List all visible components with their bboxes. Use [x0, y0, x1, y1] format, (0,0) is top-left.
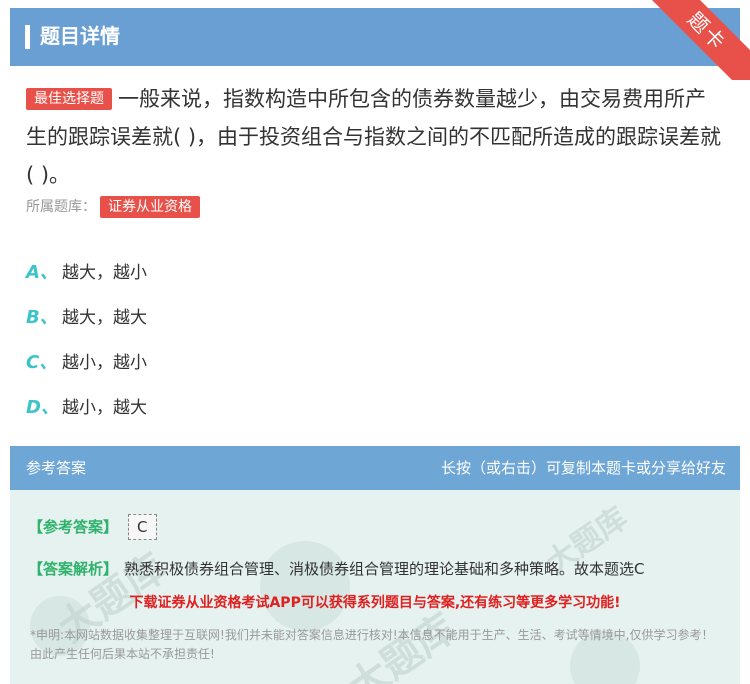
option-letter: B、: [26, 306, 58, 328]
app-download-link[interactable]: 下载证券从业资格考试APP可以获得系列题目与答案,还有练习等更多学习功能!: [10, 592, 740, 612]
source-label: 所属题库：: [26, 199, 96, 215]
option-text: 越大，越大: [62, 308, 147, 328]
option-b[interactable]: B、 越大，越大: [26, 293, 147, 338]
question-card: 题目详情 题卡 最佳选择题 一般来说，指数构造中所包含的债券数量越少，由交易费用所…: [10, 0, 750, 684]
decor-circle: [260, 541, 350, 631]
analysis-label: 【答案解析】: [28, 560, 119, 578]
option-c[interactable]: C、 越小，越小: [26, 338, 147, 383]
question-source: 所属题库： 证券从业资格: [26, 196, 200, 218]
option-d[interactable]: D、 越小，越大: [26, 383, 147, 428]
answer-row: 【参考答案】 C: [28, 514, 157, 540]
option-letter: D、: [26, 396, 59, 418]
options-list: A、 越大，越小 B、 越大，越大 C、 越小，越小 D、 越小，越大: [26, 248, 147, 428]
corner-ribbon: 题卡: [650, 0, 750, 80]
option-text: 越小，越大: [62, 398, 147, 418]
option-letter: C、: [26, 351, 58, 373]
header-bar: 题目详情: [10, 8, 740, 66]
option-text: 越大，越小: [62, 263, 147, 283]
answer-label: 【参考答案】: [28, 518, 119, 536]
header-accent: [25, 25, 30, 49]
option-letter: A、: [26, 261, 58, 283]
answer-section: 大题库 大题库 大题库 参考答案 长按（或右击）可复制本题卡或分享给好友 【参考…: [10, 446, 740, 684]
option-text: 越小，越小: [62, 353, 147, 373]
option-a[interactable]: A、 越大，越小: [26, 248, 147, 293]
source-tag[interactable]: 证券从业资格: [100, 196, 200, 218]
share-hint: 长按（或右击）可复制本题卡或分享给好友: [440, 459, 726, 477]
page-title: 题目详情: [40, 24, 120, 48]
question-type-badge: 最佳选择题: [26, 88, 112, 110]
disclaimer: *申明:本网站数据收集整理于互联网!我们并未能对答案信息进行核对!本信息不能用于…: [30, 628, 714, 661]
answer-value: C: [128, 514, 157, 540]
answer-header: 参考答案 长按（或右击）可复制本题卡或分享给好友: [10, 446, 740, 490]
answer-section-title: 参考答案: [26, 459, 87, 477]
question-stem: 最佳选择题 一般来说，指数构造中所包含的债券数量越少，由交易费用所产生的跟踪误差就…: [26, 80, 726, 194]
question-text: 一般来说，指数构造中所包含的债券数量越少，由交易费用所产生的跟踪误差就( )，由…: [26, 87, 722, 187]
analysis-text: 熟悉积极债券组合管理、消极债券组合管理的理论基础和多种策略。故本题选C: [124, 560, 645, 578]
ribbon-label: 题卡: [650, 0, 750, 80]
analysis-row: 【答案解析】 熟悉积极债券组合管理、消极债券组合管理的理论基础和多种策略。故本题选…: [28, 557, 645, 581]
